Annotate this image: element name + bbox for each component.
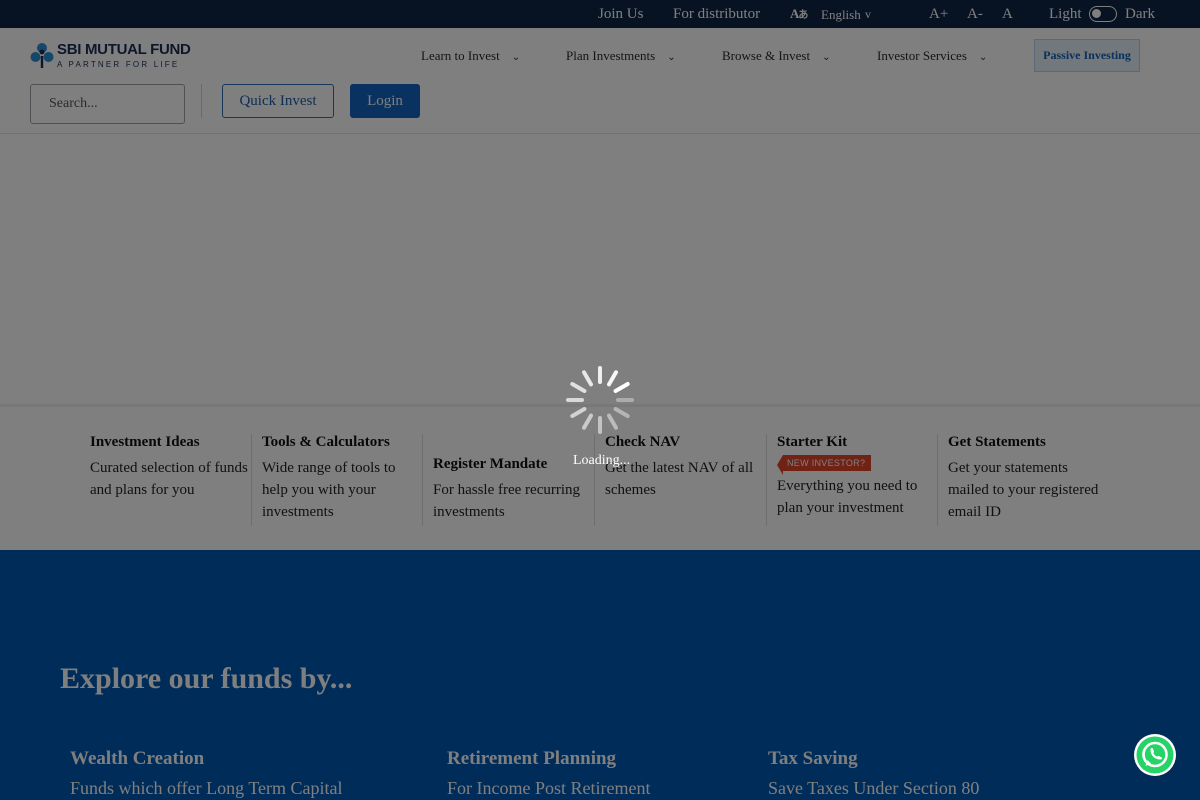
loading-spinner-icon (566, 366, 634, 434)
whatsapp-icon[interactable] (1133, 733, 1177, 777)
loading-overlay: Loading... (0, 0, 1200, 800)
loading-text: Loading... (573, 453, 631, 468)
